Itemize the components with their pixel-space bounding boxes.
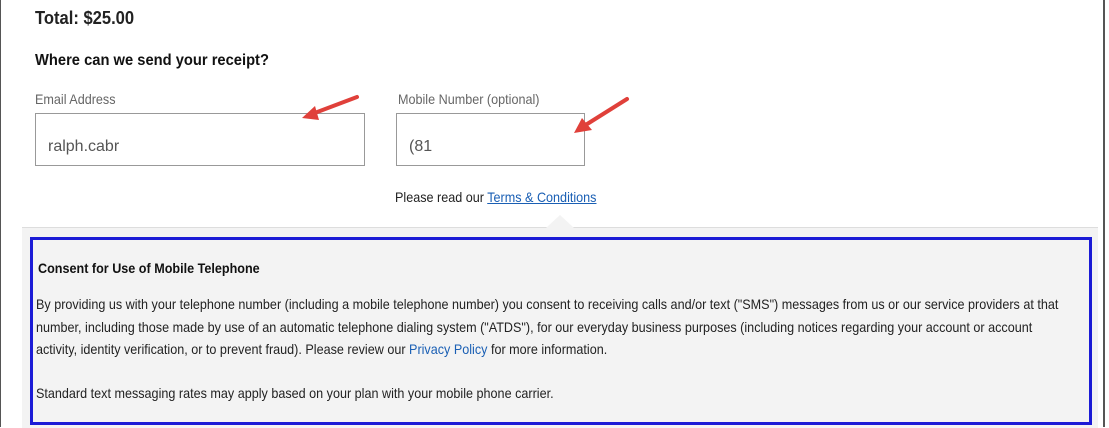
- terms-conditions-link[interactable]: Terms & Conditions: [487, 189, 596, 205]
- consent-highlight-box: Consent for Use of Mobile Telephone By p…: [30, 237, 1092, 425]
- consent-title: Consent for Use of Mobile Telephone: [38, 260, 260, 276]
- order-total: Total: $25.00: [35, 8, 135, 28]
- annotation-arrow-icon: [302, 95, 359, 120]
- terms-notice: Please read our Terms & Conditions: [395, 189, 596, 205]
- terms-prefix: Please read our: [395, 189, 488, 205]
- consent-body-suffix: for more information.: [487, 341, 608, 357]
- privacy-policy-link[interactable]: Privacy Policy: [409, 341, 487, 357]
- mobile-label: Mobile Number (optional): [398, 91, 540, 107]
- mobile-number-field[interactable]: [396, 113, 585, 166]
- consent-body: By providing us with your telephone numb…: [36, 293, 1062, 361]
- annotation-arrow-icon: [574, 97, 629, 133]
- email-label: Email Address: [35, 91, 116, 107]
- receipt-heading: Where can we send your receipt?: [35, 52, 269, 69]
- panel-pointer: [546, 215, 574, 228]
- consent-footer: Standard text messaging rates may apply …: [36, 385, 554, 401]
